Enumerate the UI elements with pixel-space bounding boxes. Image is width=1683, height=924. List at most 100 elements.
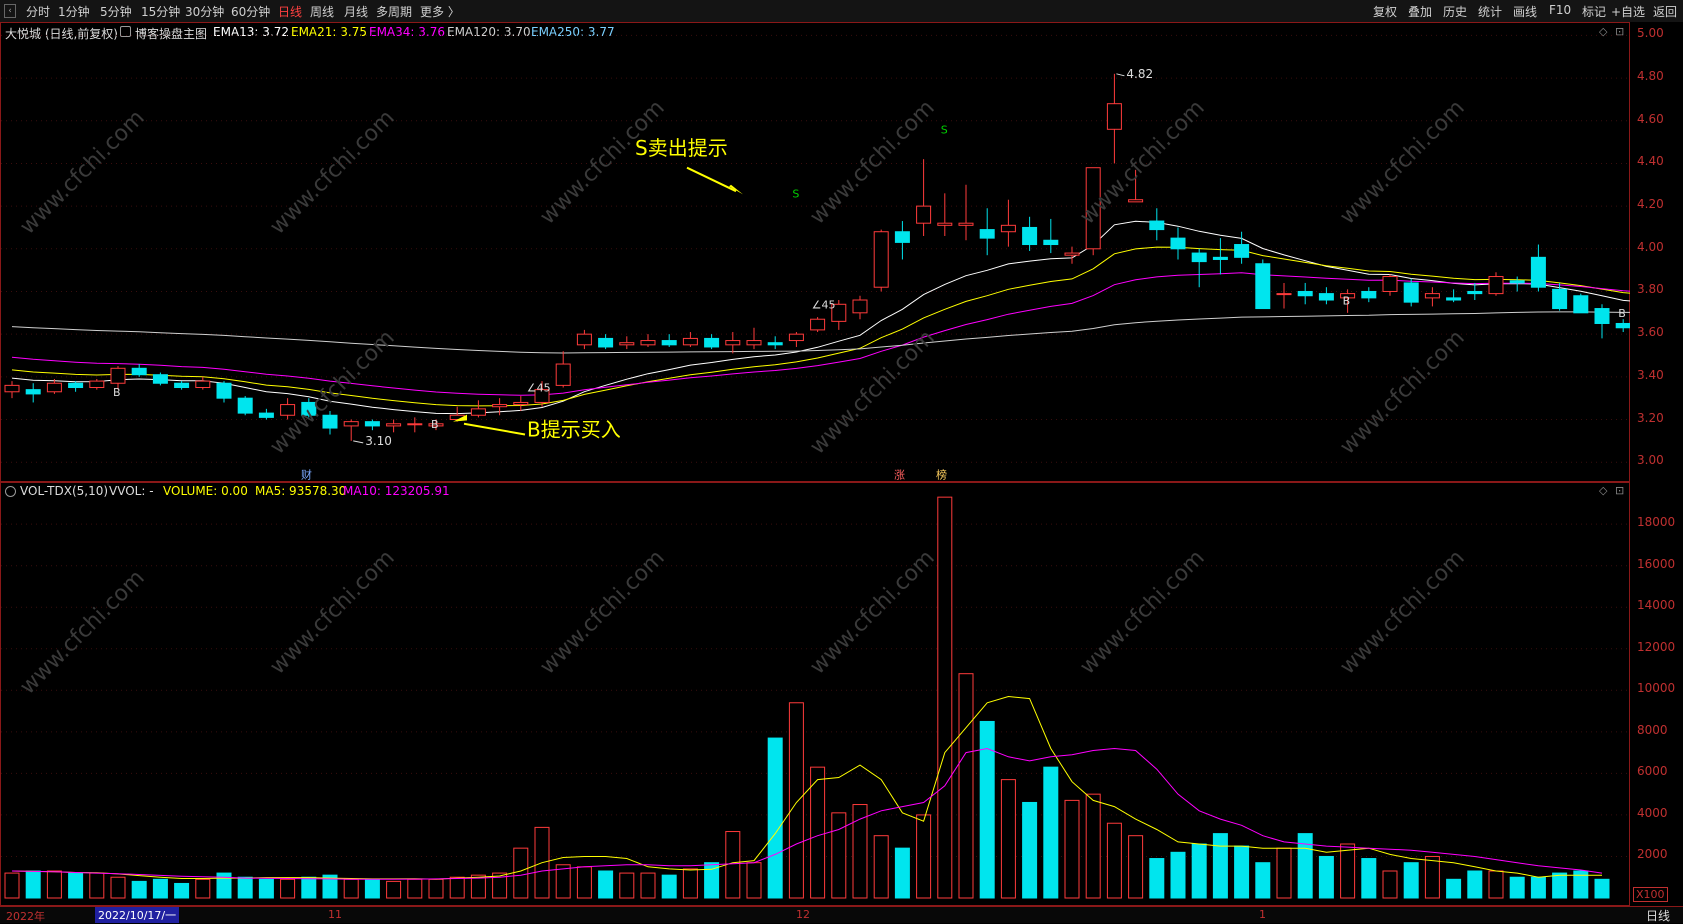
volume-bar — [343, 878, 359, 899]
volume-bar — [110, 876, 126, 899]
toolbar-button-1[interactable]: 叠加 — [1408, 3, 1432, 20]
volume-bar — [513, 847, 529, 899]
volume-bar — [449, 876, 465, 899]
price-tick-label: 4.00 — [1637, 239, 1664, 254]
period-tab-4[interactable]: 30分钟 — [185, 3, 224, 20]
candle-body — [937, 222, 953, 226]
candle-body — [1573, 295, 1589, 314]
volume-bar — [788, 702, 804, 899]
period-tab-5[interactable]: 60分钟 — [231, 3, 270, 20]
toolbar-button-6[interactable]: 标记 — [1582, 3, 1606, 20]
candle-body — [1488, 276, 1504, 295]
volume-bar — [1403, 862, 1419, 899]
candle-body — [873, 231, 889, 288]
candle-body — [1552, 288, 1568, 310]
candle-body — [1128, 199, 1144, 203]
volume-tick-label: 12000 — [1637, 639, 1676, 654]
candle-body — [25, 389, 41, 395]
candle-body — [1318, 293, 1334, 301]
candle-body — [237, 397, 253, 414]
period-tab-3[interactable]: 15分钟 — [141, 3, 180, 20]
volume-tick-label: 2000 — [1637, 847, 1668, 862]
candle-body — [682, 337, 698, 346]
period-tab-1[interactable]: 1分钟 — [58, 3, 90, 20]
candle-body — [68, 382, 84, 389]
sell-signal-marker: S — [941, 124, 948, 137]
candle-body — [4, 384, 20, 393]
volume-bar — [682, 868, 698, 899]
volume-bar — [576, 866, 592, 899]
volume-bar — [1467, 870, 1483, 899]
candle-body — [89, 380, 105, 389]
candle-body — [174, 382, 190, 389]
volume-bar — [258, 878, 274, 899]
toolbar-button-8[interactable]: 返回 — [1653, 3, 1677, 20]
candle-body — [704, 337, 720, 348]
candle-body — [1149, 220, 1165, 231]
candle-body — [1615, 322, 1631, 329]
period-tab-9[interactable]: 多周期 — [376, 3, 412, 20]
volume-ma5-line — [11, 695, 1602, 880]
volume-bar — [1509, 876, 1525, 899]
period-tab-7[interactable]: 周线 — [310, 3, 334, 20]
low-price-pointer — [353, 440, 364, 444]
period-tab-2[interactable]: 5分钟 — [100, 3, 132, 20]
month-label-12: 12 — [796, 908, 810, 921]
volume-unit-label: X100 — [1633, 887, 1668, 902]
price-tick-label: 3.80 — [1637, 282, 1664, 297]
volume-bar — [4, 872, 20, 899]
candle-body — [195, 380, 211, 389]
period-tab-0[interactable]: 分时 — [26, 3, 50, 20]
candle-body — [894, 231, 910, 243]
price-tick-label: 4.60 — [1637, 111, 1664, 126]
period-tab-6[interactable]: 日线 — [278, 3, 302, 20]
volume-bar — [1000, 779, 1016, 899]
candle-body — [1509, 280, 1525, 284]
volume-bar — [1488, 870, 1504, 899]
volume-bar — [1318, 855, 1334, 899]
volume-bar — [174, 882, 190, 899]
period-button[interactable]: 日线 — [1646, 907, 1670, 924]
candle-body — [1382, 276, 1398, 292]
volume-bar — [958, 673, 974, 899]
volume-bar — [25, 870, 41, 899]
toolbar-button-0[interactable]: 复权 — [1373, 3, 1397, 20]
candle-body — [1467, 290, 1483, 295]
toolbar-button-7[interactable]: +自选 — [1611, 3, 1645, 20]
volume-tick-label: 6000 — [1637, 764, 1668, 779]
candle-body — [110, 367, 126, 384]
candle-body — [1022, 226, 1038, 246]
candle-body — [958, 222, 974, 226]
volume-bar — [1128, 835, 1144, 899]
volume-bar — [1022, 801, 1038, 899]
top-toolbar: ‹ 分时 1分钟 5分钟 15分钟 30分钟 60分钟 日线 周线 月线 多周期 更多 〉 复权 叠加… — [0, 0, 1683, 23]
volume-bar — [1170, 851, 1186, 899]
volume-bar — [979, 720, 995, 899]
volume-tick-label: 10000 — [1637, 681, 1676, 696]
candle-body — [810, 318, 826, 331]
candle-body — [1234, 244, 1250, 258]
toolbar-button-2[interactable]: 历史 — [1443, 3, 1467, 20]
candle-body — [1064, 252, 1080, 256]
volume-bar — [428, 878, 444, 899]
volume-bar — [661, 874, 677, 899]
toolbar-button-3[interactable]: 统计 — [1478, 3, 1502, 20]
volume-bar — [619, 872, 635, 899]
ema120-line — [11, 311, 1631, 354]
sell-hint-arrow — [686, 166, 737, 193]
event-marker-cai: 财 — [301, 467, 312, 481]
volume-bar — [195, 878, 211, 899]
volume-panel[interactable]: VOL-TDX(5,10) VVOL: - VOLUME: 0.00 MA5: … — [0, 482, 1630, 906]
collapse-icon[interactable]: ‹ — [4, 4, 16, 18]
month-label-11: 11 — [328, 908, 342, 921]
price-tick-label: 4.80 — [1637, 69, 1664, 84]
candle-body — [979, 229, 995, 239]
candle-body — [619, 342, 635, 346]
toolbar-button-4[interactable]: 画线 — [1513, 3, 1537, 20]
period-tab-10[interactable]: 更多 〉 — [420, 3, 460, 20]
toolbar-button-5[interactable]: F10 — [1549, 3, 1571, 17]
candle-body — [1530, 256, 1546, 288]
period-tab-8[interactable]: 月线 — [344, 3, 368, 20]
volume-bar — [725, 831, 741, 899]
low-price-label: 3.10 — [365, 434, 392, 448]
